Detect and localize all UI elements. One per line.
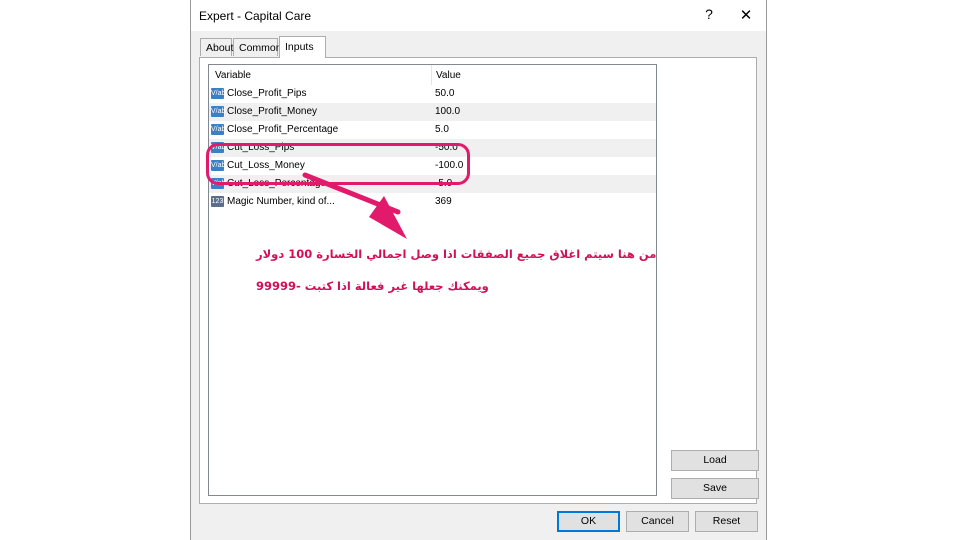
annotation-arrow-icon <box>302 172 407 239</box>
annotation-line-1: من هنا سيتم اغلاق جميع الصفقات اذا وصل ا… <box>256 247 657 261</box>
annotation-line-2: ويمكنك جعلها غير فعالة اذا كتبت -99999 <box>256 279 489 293</box>
tab-inputs[interactable]: Inputs <box>279 36 326 58</box>
